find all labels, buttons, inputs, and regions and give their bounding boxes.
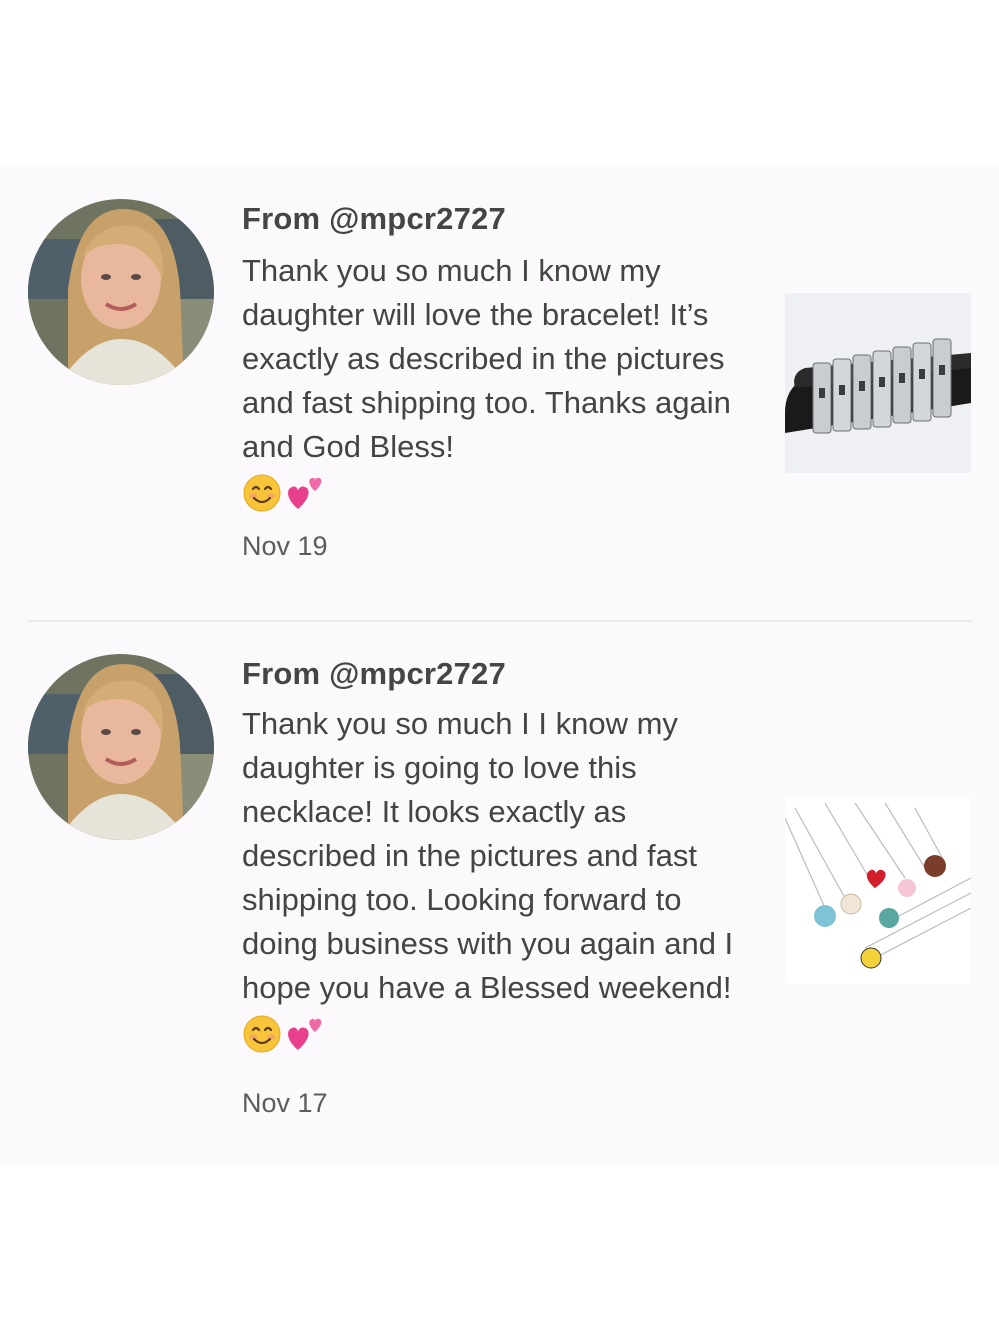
- smiling-face-icon: [243, 474, 281, 512]
- review-message: Thank you so much I know my daughter wil…: [242, 249, 762, 513]
- review-item: From @mpcr2727 Thank you so much I I kno…: [0, 622, 999, 1165]
- product-thumbnail-bracelet[interactable]: [785, 293, 971, 473]
- review-sender[interactable]: From @mpcr2727: [242, 656, 506, 692]
- avatar[interactable]: [28, 654, 214, 840]
- review-message: Thank you so much I I know my daughter i…: [242, 702, 742, 1054]
- smiling-face-icon: [243, 1015, 281, 1053]
- review-sender[interactable]: From @mpcr2727: [242, 201, 506, 237]
- reviews-panel: From @mpcr2727 Thank you so much I know …: [0, 167, 999, 1165]
- review-message-text: Thank you so much I I know my daughter i…: [242, 706, 734, 1005]
- two-hearts-icon: [288, 1018, 322, 1050]
- review-date: Nov 17: [242, 1088, 328, 1118]
- avatar[interactable]: [28, 199, 214, 385]
- product-thumbnail-necklace[interactable]: [785, 798, 971, 984]
- review-item: From @mpcr2727 Thank you so much I know …: [0, 167, 999, 620]
- two-hearts-icon: [288, 477, 322, 509]
- review-message-text: Thank you so much I know my daughter wil…: [242, 253, 731, 464]
- review-date: Nov 19: [242, 531, 328, 561]
- review-emoji: [242, 473, 326, 513]
- review-emoji: [242, 1014, 326, 1054]
